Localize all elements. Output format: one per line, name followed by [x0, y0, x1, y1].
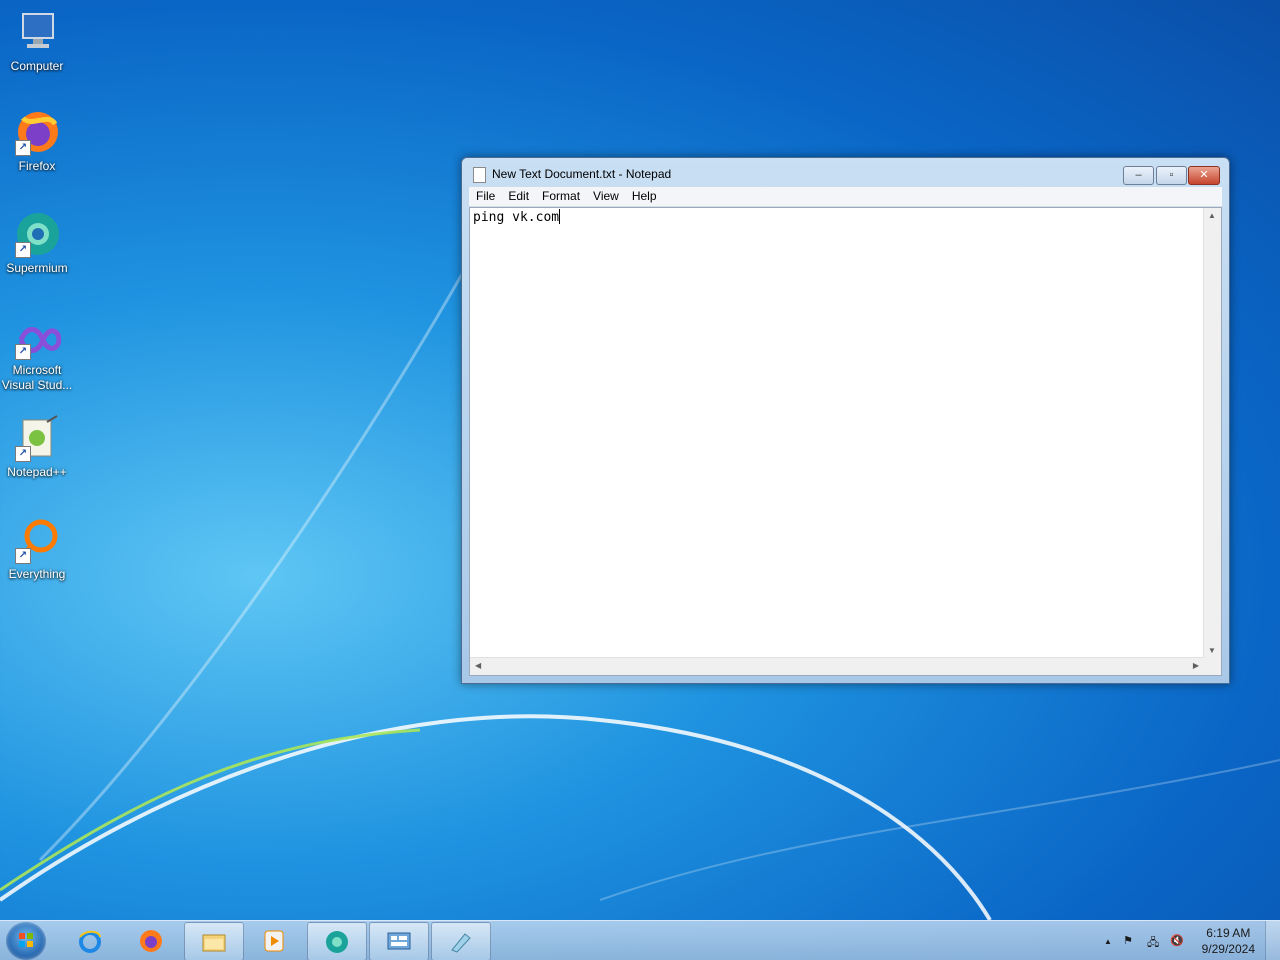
scroll-left-icon[interactable]: ◀ — [475, 661, 481, 670]
firefox-icon: ↗ — [13, 108, 61, 156]
supermium-icon: ↗ — [13, 210, 61, 258]
shortcut-arrow-icon: ↗ — [15, 344, 31, 360]
horizontal-scrollbar[interactable]: ◀ ▶ — [470, 657, 1204, 675]
desktop-icon-label: Notepad++ — [7, 465, 67, 479]
desktop-icon-supermium[interactable]: ↗ Supermium — [0, 210, 74, 276]
scroll-down-icon[interactable]: ▼ — [1208, 646, 1216, 655]
desktop-icon-label: Microsoft Visual Stud... — [1, 363, 73, 392]
desktop-icon-visual-studio[interactable]: ↗ Microsoft Visual Stud... — [0, 320, 74, 393]
minimize-icon: ‒ — [1135, 169, 1142, 181]
internet-explorer-icon — [78, 929, 102, 953]
text-editor[interactable]: ping vk.com ▲ ▼ ◀ ▶ — [469, 207, 1222, 676]
taskbar-supermium[interactable] — [307, 922, 367, 960]
volume-muted-icon[interactable]: 🔇 — [1170, 934, 1184, 947]
firefox-icon — [139, 929, 163, 953]
vertical-scrollbar[interactable]: ▲ ▼ — [1203, 208, 1221, 658]
taskbar-control-panel[interactable] — [369, 922, 429, 960]
menu-bar: File Edit Format View Help — [469, 187, 1222, 207]
close-icon: ✕ — [1199, 169, 1209, 181]
menu-format[interactable]: Format — [535, 187, 586, 203]
desktop-icon-label: Supermium — [6, 261, 68, 275]
desktop-icon-everything[interactable]: ↗ Everything — [0, 516, 74, 582]
clock[interactable]: 6:19 AM 9/29/2024 — [1202, 925, 1255, 957]
everything-search-icon: ↗ — [13, 516, 61, 564]
shortcut-arrow-icon: ↗ — [15, 140, 31, 156]
notepad-icon — [449, 930, 473, 954]
clock-date: 9/29/2024 — [1201, 942, 1255, 956]
menu-file[interactable]: File — [469, 187, 501, 203]
desktop-icon-label: Everything — [8, 567, 66, 581]
shortcut-arrow-icon: ↗ — [15, 548, 31, 564]
desktop-icon-label: Computer — [10, 59, 64, 73]
notepad-plus-plus-icon: ↗ — [13, 414, 61, 462]
minimize-button[interactable]: ‒ — [1123, 166, 1154, 185]
action-center-flag-icon[interactable]: ⚑ — [1123, 934, 1133, 947]
desktop-icon-notepad-plus-plus[interactable]: ↗ Notepad++ — [0, 414, 74, 480]
menu-edit[interactable]: Edit — [501, 187, 535, 203]
desktop-icon-label: Firefox — [18, 159, 56, 173]
text-caret — [559, 209, 561, 224]
windows-logo-icon — [19, 933, 33, 947]
media-player-icon — [262, 929, 286, 953]
taskbar-notepad[interactable] — [431, 922, 491, 960]
computer-icon — [13, 8, 61, 56]
taskbar-firefox[interactable] — [122, 922, 180, 959]
maximize-icon: ▫ — [1169, 169, 1174, 181]
shortcut-arrow-icon: ↗ — [15, 446, 31, 462]
supermium-icon — [325, 930, 349, 954]
show-desktop-button[interactable] — [1265, 921, 1280, 960]
system-tray: ▲ ⚑ 🖧 🔇 6:19 AM 9/29/2024 — [1090, 921, 1280, 960]
scroll-right-icon[interactable]: ▶ — [1193, 661, 1199, 670]
file-explorer-icon — [202, 930, 226, 954]
maximize-button[interactable]: ▫ — [1156, 166, 1187, 185]
show-hidden-icons-button[interactable]: ▲ — [1104, 937, 1112, 946]
menu-view[interactable]: View — [586, 187, 625, 203]
control-panel-icon — [387, 930, 411, 954]
taskbar-file-explorer[interactable] — [184, 922, 244, 960]
window-title: New Text Document.txt - Notepad — [492, 167, 672, 181]
clock-time: 6:19 AM — [1206, 926, 1251, 940]
notepad-title-icon — [473, 167, 486, 183]
resize-grip[interactable] — [1204, 658, 1221, 675]
title-bar[interactable]: New Text Document.txt - Notepad ‒ ▫ ✕ — [462, 158, 1229, 188]
close-button[interactable]: ✕ — [1188, 166, 1220, 185]
desktop-icon-computer[interactable]: Computer — [0, 8, 74, 74]
taskbar-internet-explorer[interactable] — [61, 922, 119, 959]
visual-studio-icon: ↗ — [13, 320, 62, 360]
taskbar: ▲ ⚑ 🖧 🔇 6:19 AM 9/29/2024 — [0, 920, 1280, 960]
taskbar-media-player[interactable] — [245, 922, 303, 959]
network-icon[interactable]: 🖧 — [1147, 934, 1159, 953]
shortcut-arrow-icon: ↗ — [15, 242, 31, 258]
editor-content: ping vk.com — [473, 210, 560, 225]
editor-text-area[interactable]: ping vk.com — [473, 209, 1199, 655]
scroll-up-icon[interactable]: ▲ — [1208, 211, 1216, 220]
desktop-icon-firefox[interactable]: ↗ Firefox — [0, 108, 74, 174]
menu-help[interactable]: Help — [625, 187, 663, 203]
start-button[interactable] — [6, 922, 46, 960]
notepad-window[interactable]: New Text Document.txt - Notepad ‒ ▫ ✕ Fi… — [461, 157, 1230, 684]
